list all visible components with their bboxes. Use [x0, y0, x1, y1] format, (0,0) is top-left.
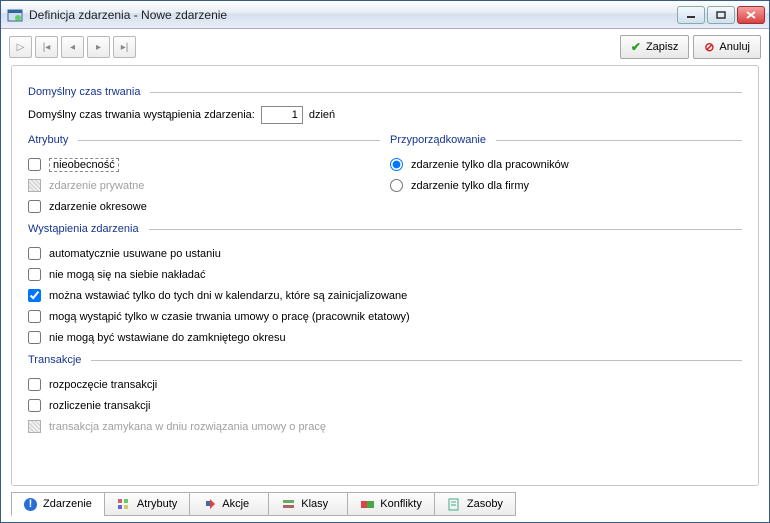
actions-icon	[202, 497, 216, 511]
save-button-label: Zapisz	[646, 41, 678, 53]
content-panel: Domyślny czas trwania Domyślny czas trwa…	[11, 65, 759, 486]
section-occurrences-label: Wystąpienia zdarzenia	[28, 223, 139, 235]
tab-actions-label: Akcje	[222, 498, 249, 510]
nav-group: ▷ |◂ ◂ ▸ ▸|	[9, 36, 136, 58]
info-icon: !	[24, 498, 37, 511]
section-attributes: Atrybuty	[28, 134, 380, 146]
tab-conflicts[interactable]: Konflikty	[347, 492, 435, 516]
label-absence: nieobecność	[49, 158, 119, 172]
classes-icon	[281, 497, 295, 511]
tab-conflicts-label: Konflikty	[380, 498, 422, 510]
resources-icon	[447, 497, 461, 511]
label-periodic: zdarzenie okresowe	[49, 201, 147, 213]
checkbox-init-days[interactable]	[28, 289, 41, 302]
section-transactions: Transakcje	[28, 354, 742, 366]
duration-input[interactable]	[261, 106, 303, 124]
app-icon	[7, 7, 23, 23]
tab-event[interactable]: ! Zdarzenie	[11, 492, 105, 516]
checkbox-tx-closed-disabled	[28, 420, 41, 433]
label-tx-closed: transakcja zamykana w dniu rozwiązania u…	[49, 421, 326, 433]
section-transactions-label: Transakcje	[28, 354, 81, 366]
checkbox-private-disabled	[28, 179, 41, 192]
window: Definicja zdarzenia - Nowe zdarzenie ▷ |…	[0, 0, 770, 523]
close-button[interactable]	[737, 6, 765, 24]
tab-event-label: Zdarzenie	[43, 498, 92, 510]
window-title: Definicja zdarzenia - Nowe zdarzenie	[29, 8, 677, 22]
nav-next-button[interactable]: ▸	[87, 36, 110, 58]
tab-resources[interactable]: Zasoby	[434, 492, 516, 516]
duration-label: Domyślny czas trwania wystąpienia zdarze…	[28, 109, 255, 121]
label-no-overlap: nie mogą się na siebie nakładać	[49, 269, 206, 281]
duration-row: Domyślny czas trwania wystąpienia zdarze…	[28, 106, 742, 124]
conflicts-icon	[360, 497, 374, 511]
minimize-button[interactable]	[677, 6, 705, 24]
checkbox-auto-removed[interactable]	[28, 247, 41, 260]
section-assignment-label: Przyporządkowanie	[390, 134, 486, 146]
label-auto-removed: automatycznie usuwane po ustaniu	[49, 248, 221, 260]
tab-strip: ! Zdarzenie Atrybuty Akcje Klasy Konflik…	[1, 492, 769, 522]
label-closed-period: nie mogą być wstawiane do zamkniętego ok…	[49, 332, 286, 344]
section-duration: Domyślny czas trwania	[28, 86, 742, 98]
label-private: zdarzenie prywatne	[49, 180, 144, 192]
checkbox-tx-settlement[interactable]	[28, 399, 41, 412]
maximize-button[interactable]	[707, 6, 735, 24]
toolbar: ▷ |◂ ◂ ▸ ▸| ✔ Zapisz ⊘ Anuluj	[1, 29, 769, 65]
titlebar: Definicja zdarzenia - Nowe zdarzenie	[1, 1, 769, 29]
checkbox-tx-start[interactable]	[28, 378, 41, 391]
attributes-icon	[117, 497, 131, 511]
section-duration-label: Domyślny czas trwania	[28, 86, 140, 98]
tab-attributes[interactable]: Atrybuty	[104, 492, 190, 516]
checkbox-absence[interactable]	[28, 158, 41, 171]
tab-actions[interactable]: Akcje	[189, 492, 269, 516]
nav-prev-button[interactable]: ◂	[61, 36, 84, 58]
nav-last-button[interactable]: ▸|	[113, 36, 136, 58]
checkbox-closed-period[interactable]	[28, 331, 41, 344]
tab-classes-label: Klasy	[301, 498, 328, 510]
window-buttons	[677, 6, 765, 24]
checkbox-periodic[interactable]	[28, 200, 41, 213]
label-tx-settlement: rozliczenie transakcji	[49, 400, 150, 412]
nav-play-button[interactable]: ▷	[9, 36, 32, 58]
label-during-contract: mogą wystąpić tylko w czasie trwania umo…	[49, 311, 410, 323]
section-occurrences: Wystąpienia zdarzenia	[28, 223, 742, 235]
cancel-icon: ⊘	[704, 40, 714, 54]
tab-classes[interactable]: Klasy	[268, 492, 348, 516]
label-tx-start: rozpoczęcie transakcji	[49, 379, 157, 391]
tab-resources-label: Zasoby	[467, 498, 503, 510]
radio-employees[interactable]	[390, 158, 403, 171]
save-button[interactable]: ✔ Zapisz	[620, 35, 689, 59]
label-employees: zdarzenie tylko dla pracowników	[411, 159, 569, 171]
checkbox-no-overlap[interactable]	[28, 268, 41, 281]
tab-attributes-label: Atrybuty	[137, 498, 177, 510]
label-company: zdarzenie tylko dla firmy	[411, 180, 529, 192]
radio-company[interactable]	[390, 179, 403, 192]
nav-first-button[interactable]: |◂	[35, 36, 58, 58]
section-assignment: Przyporządkowanie	[390, 134, 742, 146]
cancel-button[interactable]: ⊘ Anuluj	[693, 35, 761, 59]
section-attributes-label: Atrybuty	[28, 134, 68, 146]
duration-unit: dzień	[309, 109, 335, 121]
cancel-button-label: Anuluj	[719, 41, 750, 53]
label-init-days: można wstawiać tylko do tych dni w kalen…	[49, 290, 407, 302]
checkbox-during-contract[interactable]	[28, 310, 41, 323]
check-icon: ✔	[631, 40, 641, 54]
